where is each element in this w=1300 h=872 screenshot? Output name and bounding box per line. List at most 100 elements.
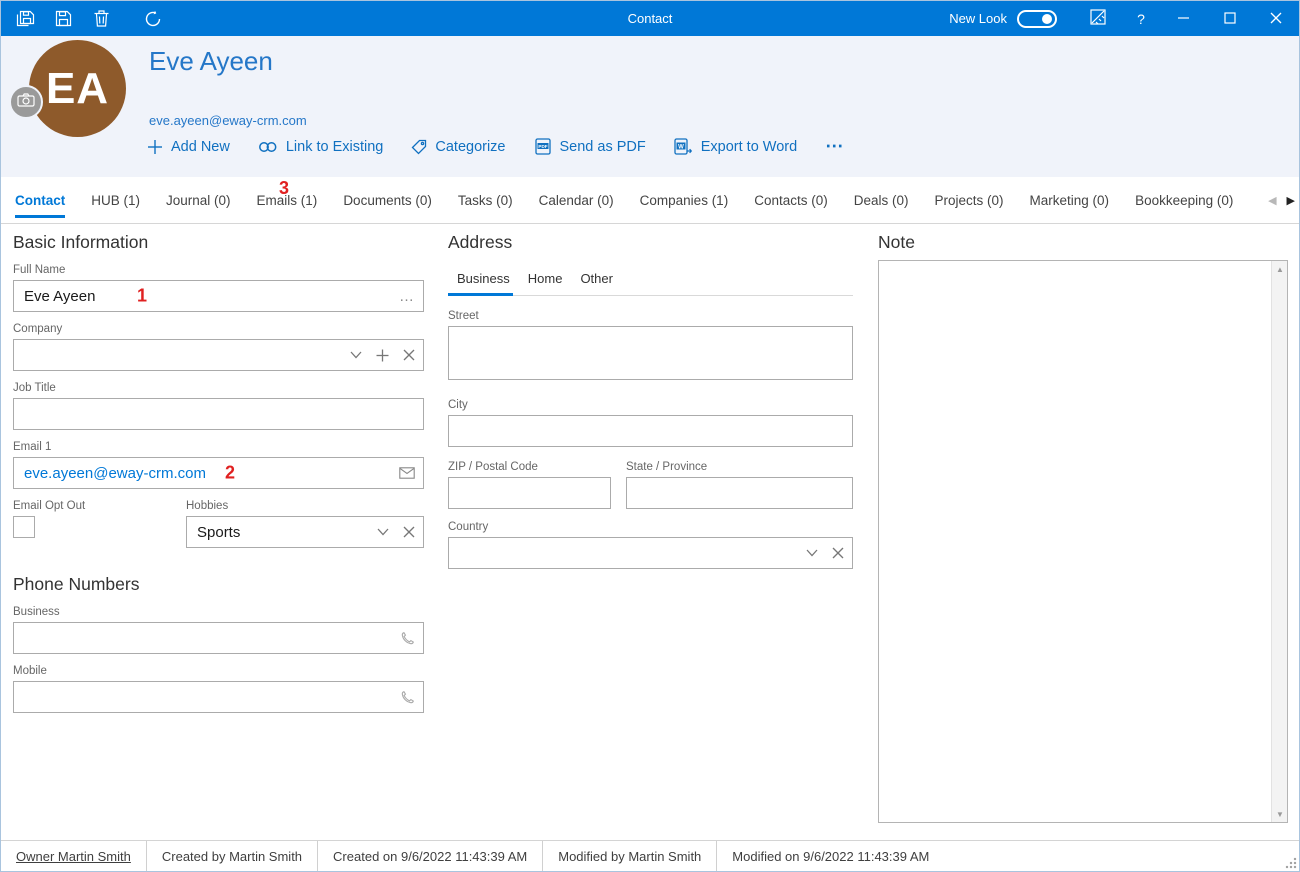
close-button[interactable] — [1253, 1, 1299, 36]
close-icon — [1270, 11, 1282, 27]
city-field: City — [448, 399, 853, 447]
minimize-button[interactable] — [1161, 1, 1207, 36]
add-new-button[interactable]: Add New — [147, 139, 230, 155]
tab-projects[interactable]: Projects (0) — [922, 177, 1017, 223]
company-dropdown-icon[interactable] — [350, 351, 362, 359]
full-name-label: Full Name — [13, 264, 66, 276]
company-add-icon[interactable] — [376, 349, 389, 362]
tab-scroll-right-icon[interactable]: ▶ — [1287, 194, 1295, 207]
full-name-input[interactable] — [13, 280, 424, 312]
job-title-label: Job Title — [13, 382, 56, 394]
send-as-pdf-button[interactable]: PDF Send as PDF — [534, 138, 646, 155]
optout-hobbies-row: Email Opt Out Hobbies — [13, 500, 424, 548]
refresh-button[interactable] — [141, 7, 165, 31]
avatar[interactable]: EA — [29, 40, 126, 137]
note-input[interactable] — [879, 261, 1270, 822]
address-tab-home[interactable]: Home — [519, 265, 572, 295]
full-name-field: Full Name 1 … — [13, 264, 424, 312]
mobile-phone-field: Mobile — [13, 665, 424, 713]
more-actions-button[interactable]: ⋯ — [825, 136, 845, 157]
maximize-button[interactable] — [1207, 1, 1253, 36]
note-scrollbar[interactable]: ▲ ▼ — [1271, 261, 1287, 822]
module-tab-bar: Contact HUB (1) Journal (0) Emails (1) D… — [1, 177, 1299, 224]
categorize-button[interactable]: Categorize — [411, 139, 506, 155]
change-photo-button[interactable] — [9, 85, 43, 119]
tab-bookkeeping[interactable]: Bookkeeping (0) — [1122, 177, 1246, 223]
zip-input[interactable] — [448, 477, 611, 509]
country-input[interactable] — [448, 537, 853, 569]
link-to-existing-button[interactable]: Link to Existing — [258, 139, 383, 155]
save-and-close-button[interactable] — [13, 7, 37, 31]
state-input[interactable] — [626, 477, 853, 509]
hobbies-dropdown-icon[interactable] — [377, 528, 389, 536]
export-to-word-button[interactable]: W Export to Word — [674, 138, 797, 155]
save-and-close-icon — [16, 10, 35, 27]
help-icon: ? — [1137, 10, 1145, 27]
company-clear-icon[interactable] — [403, 349, 415, 361]
address-tab-other[interactable]: Other — [571, 265, 622, 295]
mobile-phone-input[interactable] — [13, 681, 424, 713]
zip-state-row: ZIP / Postal Code State / Province — [448, 461, 853, 509]
job-title-input[interactable] — [13, 398, 424, 430]
tab-documents[interactable]: Documents (0) — [330, 177, 445, 223]
tab-companies[interactable]: Companies (1) — [627, 177, 742, 223]
city-input[interactable] — [448, 415, 853, 447]
tab-marketing[interactable]: Marketing (0) — [1017, 177, 1123, 223]
business-phone-input[interactable] — [13, 622, 424, 654]
email1-input[interactable] — [13, 457, 424, 489]
help-button[interactable]: ? — [1121, 1, 1161, 36]
contact-email-link[interactable]: eve.ayeen@eway-crm.com — [149, 113, 307, 128]
full-name-more-button[interactable]: … — [399, 280, 415, 312]
hobbies-clear-icon[interactable] — [403, 526, 415, 538]
scroll-up-icon[interactable]: ▲ — [1272, 261, 1288, 277]
tab-tasks[interactable]: Tasks (0) — [445, 177, 526, 223]
note-field: ▲ ▼ — [878, 260, 1288, 823]
state-label: State / Province — [626, 461, 708, 473]
owner-link[interactable]: Owner Martin Smith — [1, 841, 147, 871]
tab-contact[interactable]: Contact — [2, 177, 78, 223]
phone-numbers-heading: Phone Numbers — [13, 574, 140, 594]
tab-strip: Contact HUB (1) Journal (0) Emails (1) D… — [2, 177, 1258, 223]
camera-icon — [17, 92, 35, 112]
business-phone-field: Business — [13, 606, 424, 654]
trash-icon — [94, 10, 109, 27]
pdf-icon: PDF — [534, 138, 552, 155]
tab-scroll-left-icon[interactable]: ◀ — [1268, 194, 1276, 207]
contact-name: Eve Ayeen — [149, 46, 273, 76]
save-button[interactable] — [51, 7, 75, 31]
country-label: Country — [448, 521, 489, 533]
address-heading: Address — [448, 232, 513, 252]
country-field: Country — [448, 521, 853, 569]
minimize-icon — [1178, 11, 1190, 27]
address-tab-business[interactable]: Business — [448, 265, 519, 296]
tab-journal[interactable]: Journal (0) — [153, 177, 244, 223]
phone-icon[interactable] — [400, 631, 415, 646]
modified-on-text: Modified on 9/6/2022 11:43:39 AM — [732, 848, 930, 864]
modified-by-text: Modified by Martin Smith — [543, 841, 718, 871]
hobbies-label: Hobbies — [186, 500, 229, 512]
tab-deals[interactable]: Deals (0) — [841, 177, 922, 223]
contact-header: EA Eve Ayeen eve.ayeen@eway-crm.com Add … — [1, 36, 1299, 177]
delete-button[interactable] — [89, 7, 113, 31]
email-opt-out-checkbox[interactable] — [13, 516, 35, 538]
tab-calendar[interactable]: Calendar (0) — [526, 177, 627, 223]
tab-hub[interactable]: HUB (1) — [78, 177, 153, 223]
country-dropdown-icon[interactable] — [806, 549, 818, 557]
tab-contacts[interactable]: Contacts (0) — [741, 177, 841, 223]
form-designer-button[interactable] — [1075, 1, 1121, 36]
new-look-toggle[interactable] — [1017, 9, 1057, 28]
company-label: Company — [13, 323, 63, 335]
envelope-icon[interactable] — [399, 467, 415, 479]
street-label: Street — [448, 310, 479, 322]
resize-grip[interactable] — [1285, 857, 1297, 869]
created-by-text: Created by Martin Smith — [147, 841, 319, 871]
street-input[interactable] — [448, 326, 853, 380]
zip-label: ZIP / Postal Code — [448, 461, 538, 473]
note-heading: Note — [878, 232, 915, 252]
title-bar: Contact New Look ? — [1, 1, 1299, 36]
scroll-down-icon[interactable]: ▼ — [1272, 806, 1288, 822]
phone-icon[interactable] — [400, 690, 415, 705]
country-clear-icon[interactable] — [832, 547, 844, 559]
business-phone-label: Business — [13, 606, 60, 618]
contact-window: Contact New Look ? EA Eve Ayeen eve.ayee… — [0, 0, 1300, 872]
